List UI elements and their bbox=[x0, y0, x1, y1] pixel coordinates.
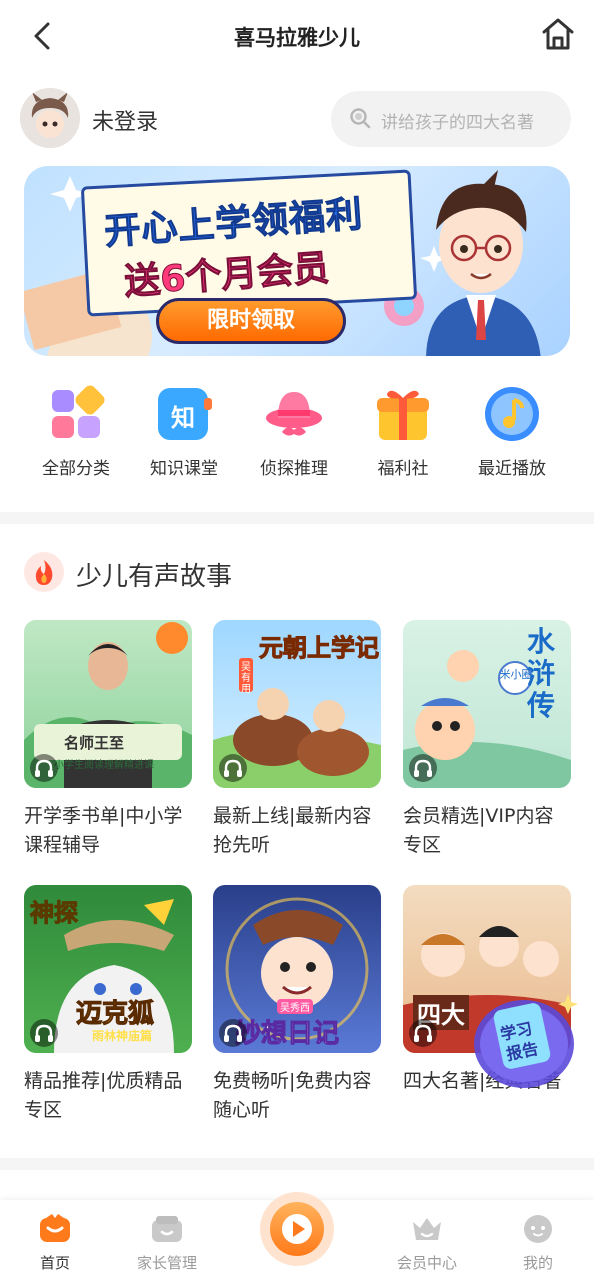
quick-entry-all-categories[interactable]: 全部分类 bbox=[16, 384, 136, 479]
home-tab-icon bbox=[38, 1214, 72, 1244]
tab-vip-center[interactable]: 会员中心 bbox=[372, 1214, 482, 1273]
story-card-title: 最新上线|最新内容抢先听 bbox=[213, 805, 372, 856]
tab-mine[interactable]: 我的 bbox=[483, 1214, 593, 1273]
study-report-float-button[interactable]: 学习 报告 bbox=[470, 988, 578, 1092]
tab-label: 家长管理 bbox=[136, 1254, 197, 1272]
banner-claim-button[interactable]: 限时领取 bbox=[156, 298, 346, 344]
headphone-icon bbox=[30, 1019, 58, 1047]
user-row: 未登录 讲给孩子的四大名著 bbox=[0, 86, 594, 152]
quick-entry-label: 知识课堂 bbox=[150, 459, 218, 479]
search-bar[interactable]: 讲给孩子的四大名著 bbox=[331, 91, 571, 147]
search-icon bbox=[350, 108, 371, 129]
headphone-icon bbox=[30, 754, 58, 782]
quick-entry-recent[interactable]: 最近播放 bbox=[452, 384, 572, 479]
story-cover: 元朝上学记 吴有用 bbox=[213, 620, 381, 788]
cover-title: 元朝上学记 bbox=[259, 634, 380, 663]
grid-icon bbox=[46, 384, 106, 444]
story-card-title: 免费畅听|免费内容随心听 bbox=[213, 1070, 372, 1121]
cover-title: 迈克狐 bbox=[75, 999, 155, 1030]
detective-hat-icon bbox=[264, 384, 324, 444]
quick-entry-knowledge[interactable]: 知 知识课堂 bbox=[124, 384, 244, 479]
top-bar: 喜马拉雅少儿 bbox=[0, 0, 594, 72]
quick-entry-label: 全部分类 bbox=[42, 459, 110, 479]
story-card[interactable]: 元朝上学记 吴有用 最新上线|最新内容抢先听 bbox=[213, 620, 381, 860]
bottom-tab-bar: 首页 家长管理 会员中心 我的 bbox=[0, 1192, 594, 1280]
search-placeholder: 讲给孩子的四大名著 bbox=[381, 113, 534, 133]
tab-label: 我的 bbox=[522, 1254, 553, 1272]
now-playing-button[interactable] bbox=[260, 1192, 334, 1266]
cover-subtitle: 米小圈 bbox=[499, 668, 533, 681]
tab-parent-control[interactable]: 家长管理 bbox=[112, 1214, 222, 1273]
quick-entry-label: 侦探推理 bbox=[260, 459, 328, 479]
tab-label: 首页 bbox=[39, 1254, 70, 1272]
story-card[interactable]: 水浒传 米小圈 会员精选|VIP内容专区 bbox=[403, 620, 571, 860]
knowledge-icon-glyph: 知 bbox=[171, 404, 195, 432]
flame-icon bbox=[24, 552, 64, 592]
quick-entry-label: 最近播放 bbox=[478, 459, 546, 479]
headphone-icon bbox=[409, 1019, 437, 1047]
story-cover: 神探 迈克狐 雨林神庙篇 bbox=[24, 885, 192, 1053]
story-cover: 名师王至 小学生阅读理解精进课 bbox=[24, 620, 192, 788]
cover-subtitle: 雨林神庙篇 bbox=[92, 1029, 153, 1043]
home-icon[interactable] bbox=[538, 14, 578, 54]
section-divider bbox=[0, 512, 594, 524]
cover-subtitle: 吴秀西 bbox=[277, 999, 313, 1014]
login-status[interactable]: 未登录 bbox=[92, 104, 158, 136]
headphone-icon bbox=[219, 1019, 247, 1047]
tab-label: 会员中心 bbox=[396, 1254, 457, 1272]
story-cover: 水浒传 米小圈 bbox=[403, 620, 571, 788]
tab-home[interactable]: 首页 bbox=[0, 1214, 110, 1273]
section-title: 少儿有声故事 bbox=[76, 562, 233, 592]
crown-icon bbox=[410, 1214, 444, 1244]
story-card[interactable]: 名师王至 小学生阅读理解精进课 开学季书单|中小学课程辅导 bbox=[24, 620, 192, 860]
cover-subtitle: 小学生阅读理解精进课 bbox=[54, 760, 154, 771]
knowledge-icon: 知 bbox=[154, 384, 214, 444]
story-card-title: 精品推荐|优质精品专区 bbox=[24, 1070, 183, 1121]
headphone-icon bbox=[409, 754, 437, 782]
story-card[interactable]: 吴秀西 妙想日记 免费畅听|免费内容随心听 bbox=[213, 885, 381, 1125]
story-cover: 吴秀西 妙想日记 bbox=[213, 885, 381, 1053]
cover-title: 妙想日记 bbox=[234, 1019, 340, 1050]
section-divider bbox=[0, 1158, 594, 1170]
cartoon-teacher-illustration bbox=[426, 170, 541, 356]
quick-entry-detective[interactable]: 侦探推理 bbox=[234, 384, 354, 479]
cover-title: 名师王至 bbox=[64, 734, 125, 752]
headphone-icon bbox=[219, 754, 247, 782]
parent-folder-icon bbox=[150, 1214, 184, 1244]
page-title: 喜马拉雅少儿 bbox=[234, 26, 360, 50]
story-card-title: 开学季书单|中小学课程辅导 bbox=[24, 805, 183, 856]
quick-entry-welfare[interactable]: 福利社 bbox=[343, 384, 463, 479]
cover-top-text: 神探 bbox=[30, 899, 79, 928]
profile-face-icon bbox=[521, 1214, 555, 1244]
music-note-icon bbox=[482, 384, 542, 444]
story-card-title: 会员精选|VIP内容专区 bbox=[403, 805, 554, 856]
avatar[interactable] bbox=[20, 88, 80, 148]
quick-entry-label: 福利社 bbox=[377, 459, 429, 479]
gift-icon bbox=[373, 384, 433, 444]
cover-subtitle: 吴有用 bbox=[241, 662, 251, 695]
story-card[interactable]: 神探 迈克狐 雨林神庙篇 精品推荐|优质精品专区 bbox=[24, 885, 192, 1125]
promo-banner[interactable]: 开心上学领福利 送6个月会员 限时领取 bbox=[24, 166, 570, 356]
play-icon bbox=[270, 1202, 324, 1256]
quick-entry-row: 全部分类 知 知识课堂 侦探推理 福利社 最近播放 bbox=[0, 384, 594, 484]
